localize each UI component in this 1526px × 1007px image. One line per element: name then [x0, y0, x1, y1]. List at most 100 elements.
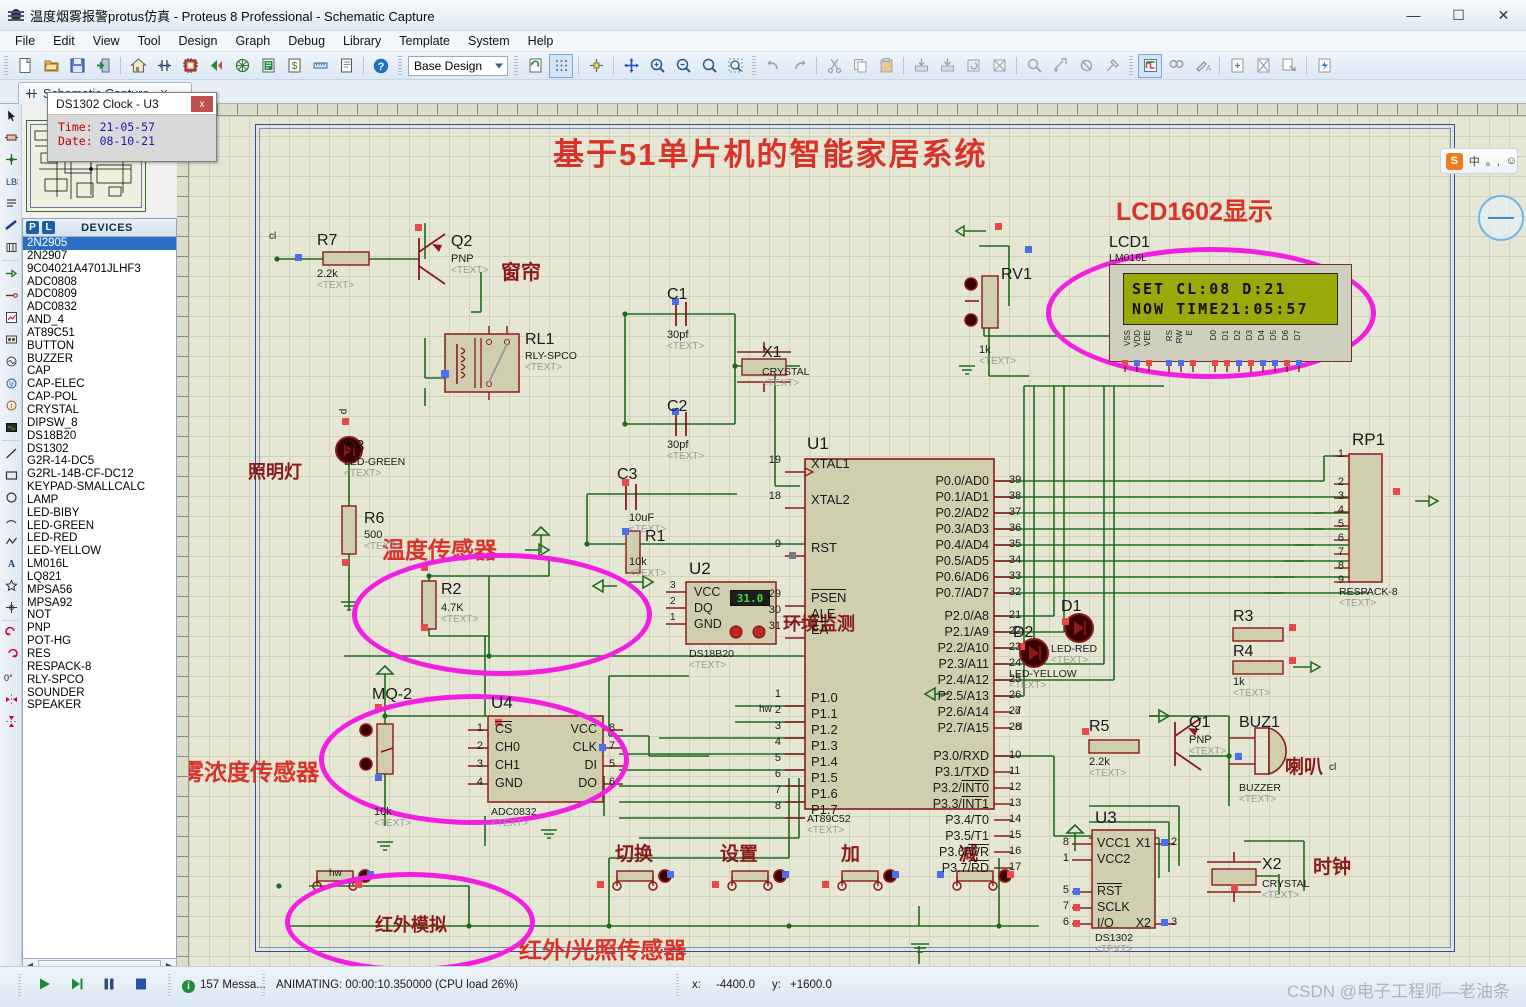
- device-list-item[interactable]: POT-HG: [23, 635, 176, 648]
- menu-file[interactable]: File: [6, 32, 44, 50]
- device-list-item[interactable]: DS1302: [23, 443, 176, 456]
- save-icon[interactable]: [65, 54, 89, 78]
- design-selector[interactable]: Base Design: [408, 55, 508, 76]
- remove-sheet-icon[interactable]: [1251, 54, 1275, 78]
- virtual-instrument-icon[interactable]: [1, 417, 21, 438]
- device-list-item[interactable]: LED-BIBY: [23, 507, 176, 520]
- rotate-cw-icon[interactable]: [1, 645, 21, 666]
- maximize-button[interactable]: ☐: [1436, 0, 1481, 31]
- wire-autorouter-icon[interactable]: [1138, 53, 1162, 78]
- current-probe-icon[interactable]: I: [1, 395, 21, 416]
- device-list-item[interactable]: LAMP: [23, 494, 176, 507]
- bom-icon[interactable]: [256, 54, 280, 78]
- pause-button[interactable]: [100, 975, 118, 993]
- menu-edit[interactable]: Edit: [44, 32, 84, 50]
- pan-icon[interactable]: [619, 54, 643, 78]
- 3d-view-icon[interactable]: [204, 54, 228, 78]
- undo-icon[interactable]: [761, 54, 785, 78]
- pcb-icon[interactable]: [178, 54, 202, 78]
- menu-help[interactable]: Help: [519, 32, 563, 50]
- ruler-icon[interactable]: [308, 54, 332, 78]
- ime-toolbar[interactable]: S 中 。, ☺: [1440, 148, 1518, 174]
- selection-mode-icon[interactable]: [1, 105, 21, 126]
- exit-icon[interactable]: [91, 54, 115, 78]
- gerber-icon[interactable]: [230, 54, 254, 78]
- schematic-canvas[interactable]: 基于51单片机的智能家居系统 LCD1602显示 温度传感器 烟雾浓度传感器 红…: [189, 116, 1526, 966]
- device-list-item[interactable]: KEYPAD-SMALLCALC: [23, 481, 176, 494]
- cut-icon[interactable]: [822, 54, 846, 78]
- block-copy-icon[interactable]: [909, 54, 933, 78]
- toolbar-grip-1[interactable]: [4, 55, 8, 76]
- device-list-item[interactable]: LED-GREEN: [23, 520, 176, 533]
- component-mode-icon[interactable]: [1, 127, 21, 148]
- terminal-mode-icon[interactable]: [1, 263, 21, 284]
- wire-label-icon[interactable]: LBL: [1, 171, 21, 192]
- device-list-item[interactable]: SOUNDER: [23, 687, 176, 700]
- report-icon[interactable]: [334, 54, 358, 78]
- pick-devices-button[interactable]: P: [26, 221, 39, 234]
- device-pin-icon[interactable]: [1, 285, 21, 306]
- message-count-icon[interactable]: i: [182, 980, 195, 993]
- text-tool-icon[interactable]: A: [1, 553, 21, 574]
- device-list-item[interactable]: ADC0832: [23, 301, 176, 314]
- menu-graph[interactable]: Graph: [226, 32, 279, 50]
- block-move-icon[interactable]: [935, 54, 959, 78]
- minimize-button[interactable]: —: [1391, 0, 1436, 31]
- home-icon[interactable]: [126, 54, 150, 78]
- device-list-item[interactable]: MPSA56: [23, 584, 176, 597]
- copy-icon[interactable]: [848, 54, 872, 78]
- ime-smiley-icon[interactable]: ☺: [1506, 155, 1517, 167]
- rotation-angle-display[interactable]: 0°: [1, 667, 21, 688]
- path-tool-icon[interactable]: [1, 531, 21, 552]
- device-list-item[interactable]: CAP: [23, 365, 176, 378]
- device-list-item[interactable]: NOT: [23, 609, 176, 622]
- device-list-item[interactable]: CAP-ELEC: [23, 378, 176, 391]
- block-rotate-icon[interactable]: [961, 54, 985, 78]
- device-list-item[interactable]: DS18B20: [23, 430, 176, 443]
- rotate-ccw-icon[interactable]: [1, 623, 21, 644]
- arc-tool-icon[interactable]: [1, 509, 21, 530]
- device-list-item[interactable]: G2R-14-DC5: [23, 455, 176, 468]
- origin-tool-icon[interactable]: [1, 597, 21, 618]
- text-script-icon[interactable]: [1, 193, 21, 214]
- paste-icon[interactable]: [874, 54, 898, 78]
- block-delete-icon[interactable]: [987, 54, 1011, 78]
- device-list-item[interactable]: LM016L: [23, 558, 176, 571]
- tape-recorder-icon[interactable]: [1, 329, 21, 350]
- open-folder-icon[interactable]: [39, 54, 63, 78]
- goto-sheet-icon[interactable]: [1277, 54, 1301, 78]
- device-list-item[interactable]: RLY-SPCO: [23, 674, 176, 687]
- bus-icon[interactable]: [1, 215, 21, 236]
- device-list-item[interactable]: AT89C51: [23, 327, 176, 340]
- device-list-item[interactable]: 2N2907: [23, 250, 176, 263]
- floating-circle-widget[interactable]: [1478, 195, 1524, 241]
- packaging-tool-icon[interactable]: [1074, 54, 1098, 78]
- library-manager-button[interactable]: L: [42, 221, 55, 234]
- device-list-item[interactable]: 9C04021A4701JLHF3: [23, 263, 176, 276]
- menu-tool[interactable]: Tool: [129, 32, 170, 50]
- close-button[interactable]: ✕: [1481, 0, 1526, 31]
- device-list-item[interactable]: CAP-POL: [23, 391, 176, 404]
- menu-debug[interactable]: Debug: [279, 32, 334, 50]
- voltage-probe-icon[interactable]: V: [1, 373, 21, 394]
- line-tool-icon[interactable]: [1, 443, 21, 464]
- billing-icon[interactable]: $: [282, 54, 306, 78]
- toolbar-grip-5[interactable]: [1129, 55, 1133, 76]
- pick-device-icon[interactable]: [1022, 54, 1046, 78]
- property-assign-icon[interactable]: A: [1190, 54, 1214, 78]
- junction-dot-icon[interactable]: [1, 149, 21, 170]
- device-list-item[interactable]: LQ821: [23, 571, 176, 584]
- toolbar-grip-2[interactable]: [398, 55, 402, 76]
- schematic-icon[interactable]: [152, 54, 176, 78]
- device-list-item[interactable]: 2N2905: [23, 237, 176, 250]
- menu-view[interactable]: View: [84, 32, 129, 50]
- device-list-item[interactable]: DIPSW_8: [23, 417, 176, 430]
- menu-library[interactable]: Library: [334, 32, 390, 50]
- device-list-item[interactable]: BUZZER: [23, 353, 176, 366]
- grid-icon[interactable]: [549, 53, 573, 78]
- help-icon[interactable]: ?: [369, 54, 393, 78]
- device-list-item[interactable]: ADC0808: [23, 276, 176, 289]
- device-list-item[interactable]: PNP: [23, 622, 176, 635]
- device-list-item[interactable]: CRYSTAL: [23, 404, 176, 417]
- device-list-item[interactable]: AND_4: [23, 314, 176, 327]
